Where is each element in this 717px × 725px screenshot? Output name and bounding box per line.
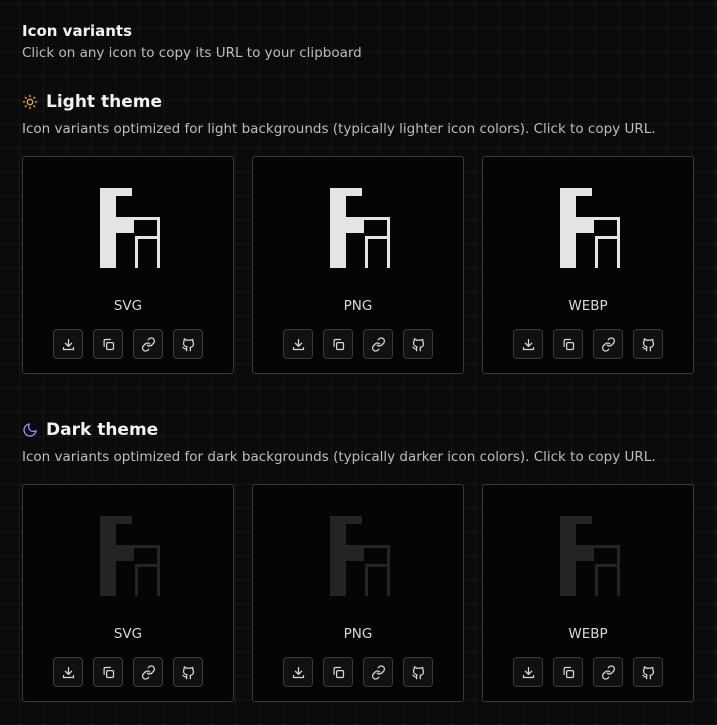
download-icon bbox=[522, 666, 534, 678]
section-title: Dark theme bbox=[46, 420, 159, 440]
link-icon bbox=[371, 336, 385, 352]
format-label: WEBP bbox=[568, 626, 608, 642]
copy-icon bbox=[103, 338, 114, 350]
logo-icon[interactable] bbox=[330, 516, 390, 596]
icon-card-png[interactable]: PNG bbox=[252, 156, 464, 374]
copy-icon bbox=[103, 666, 114, 678]
copy-link-button[interactable] bbox=[593, 329, 623, 359]
logo-icon[interactable] bbox=[560, 188, 620, 268]
github-button[interactable] bbox=[403, 657, 433, 687]
icon-card-webp[interactable]: WEBP bbox=[482, 156, 694, 374]
page-title: Icon variants bbox=[22, 22, 133, 40]
download-button[interactable] bbox=[53, 329, 83, 359]
card-actions bbox=[283, 329, 443, 359]
copy-link-button[interactable] bbox=[363, 657, 393, 687]
download-button[interactable] bbox=[53, 657, 83, 687]
section-dark-theme: Dark theme Icon variants optimized for d… bbox=[22, 418, 696, 702]
link-icon bbox=[601, 336, 615, 352]
format-label: PNG bbox=[343, 298, 373, 314]
page-subtitle: Click on any icon to copy its URL to you… bbox=[22, 45, 362, 61]
download-button[interactable] bbox=[283, 329, 313, 359]
card-actions bbox=[513, 657, 673, 687]
github-button[interactable] bbox=[633, 329, 663, 359]
copy-link-button[interactable] bbox=[133, 329, 163, 359]
copy-link-button[interactable] bbox=[593, 657, 623, 687]
github-icon bbox=[181, 337, 194, 351]
link-icon bbox=[601, 664, 615, 680]
copy-button[interactable] bbox=[553, 329, 583, 359]
github-icon bbox=[411, 337, 424, 351]
download-icon bbox=[522, 338, 534, 350]
copy-link-button[interactable] bbox=[133, 657, 163, 687]
section-description: Icon variants optimized for dark backgro… bbox=[22, 449, 656, 465]
format-label: SVG bbox=[113, 298, 143, 314]
download-icon bbox=[292, 666, 304, 678]
download-icon bbox=[62, 666, 74, 678]
copy-button[interactable] bbox=[323, 329, 353, 359]
section-heading: Light theme bbox=[22, 90, 696, 114]
copy-button[interactable] bbox=[553, 657, 583, 687]
copy-icon bbox=[563, 666, 574, 678]
github-icon bbox=[181, 665, 194, 679]
icon-card-png[interactable]: PNG bbox=[252, 484, 464, 702]
format-label: SVG bbox=[113, 626, 143, 642]
download-button[interactable] bbox=[513, 329, 543, 359]
copy-icon bbox=[563, 338, 574, 350]
section-description: Icon variants optimized for light backgr… bbox=[22, 121, 656, 137]
logo-icon[interactable] bbox=[100, 516, 160, 596]
section-title: Light theme bbox=[46, 92, 162, 112]
github-button[interactable] bbox=[173, 329, 203, 359]
logo-icon[interactable] bbox=[330, 188, 390, 268]
icon-cards: SVG PNG WEBP bbox=[22, 156, 696, 376]
github-icon bbox=[641, 665, 654, 679]
copy-button[interactable] bbox=[93, 329, 123, 359]
sun-icon bbox=[22, 94, 38, 110]
download-button[interactable] bbox=[283, 657, 313, 687]
card-actions bbox=[513, 329, 673, 359]
copy-link-button[interactable] bbox=[363, 329, 393, 359]
card-actions bbox=[53, 329, 213, 359]
copy-icon bbox=[333, 666, 344, 678]
page-header: Icon variants Click on any icon to copy … bbox=[22, 20, 362, 64]
icon-cards: SVG PNG WEBP bbox=[22, 484, 696, 704]
logo-icon[interactable] bbox=[100, 188, 160, 268]
copy-icon bbox=[333, 338, 344, 350]
link-icon bbox=[141, 336, 155, 352]
github-icon bbox=[641, 337, 654, 351]
download-icon bbox=[292, 338, 304, 350]
card-actions bbox=[53, 657, 213, 687]
github-button[interactable] bbox=[403, 329, 433, 359]
copy-button[interactable] bbox=[93, 657, 123, 687]
github-button[interactable] bbox=[633, 657, 663, 687]
github-icon bbox=[411, 665, 424, 679]
format-label: PNG bbox=[343, 626, 373, 642]
logo-icon[interactable] bbox=[560, 516, 620, 596]
section-light-theme: Light theme Icon variants optimized for … bbox=[22, 90, 696, 374]
link-icon bbox=[371, 664, 385, 680]
icon-card-svg[interactable]: SVG bbox=[22, 156, 234, 374]
format-label: WEBP bbox=[568, 298, 608, 314]
github-button[interactable] bbox=[173, 657, 203, 687]
link-icon bbox=[141, 664, 155, 680]
moon-icon bbox=[22, 422, 38, 438]
download-icon bbox=[62, 338, 74, 350]
download-button[interactable] bbox=[513, 657, 543, 687]
card-actions bbox=[283, 657, 443, 687]
icon-card-svg[interactable]: SVG bbox=[22, 484, 234, 702]
section-heading: Dark theme bbox=[22, 418, 696, 442]
copy-button[interactable] bbox=[323, 657, 353, 687]
icon-card-webp[interactable]: WEBP bbox=[482, 484, 694, 702]
